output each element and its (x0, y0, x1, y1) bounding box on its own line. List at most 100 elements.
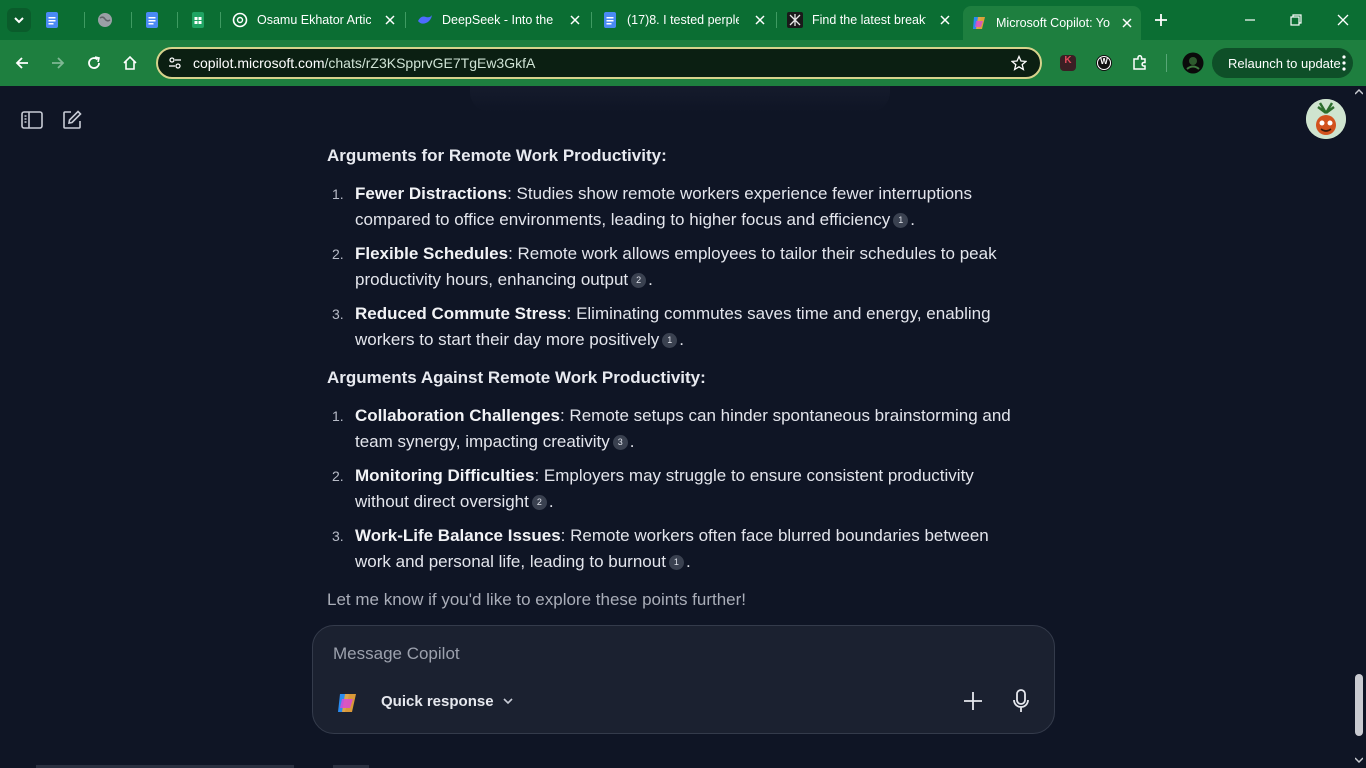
browser-menu-button[interactable] (1334, 51, 1354, 75)
tab-google-sheets[interactable] (190, 6, 222, 34)
tab-separator (776, 12, 777, 28)
list-item-text: Work-Life Balance Issues: Remote workers… (355, 523, 1027, 575)
user-avatar[interactable] (1306, 99, 1346, 139)
tab-separator (405, 12, 406, 28)
item-description-line2: workers to start their day more positive… (355, 330, 660, 349)
google-docs-icon (602, 12, 618, 28)
minimize-button[interactable] (1240, 10, 1260, 30)
perplexity-icon (787, 12, 803, 28)
tab-deepseek[interactable]: DeepSeek - Into the U (417, 6, 589, 34)
item-end: . (629, 432, 635, 451)
relaunch-to-update-button[interactable]: Relaunch to update (1212, 48, 1353, 78)
extension-k-button[interactable]: K (1057, 52, 1079, 74)
url-host: copilot.microsoft.com (193, 55, 325, 71)
compose-icon (63, 110, 82, 129)
item-description-line1: : Eliminating commutes saves time and en… (566, 304, 991, 323)
scroll-up-arrow-icon[interactable] (1355, 88, 1363, 96)
tab-google-docs-2[interactable] (144, 6, 176, 34)
minimize-icon (1245, 19, 1255, 21)
tab-separator (220, 12, 221, 28)
close-icon[interactable] (937, 12, 953, 28)
tab-microsoft-copilot[interactable]: Microsoft Copilot: Yo (963, 6, 1141, 40)
list-item-text: Flexible Schedules: Remote work allows e… (355, 241, 1027, 293)
tab-title: (17)8. I tested perplex (627, 13, 739, 27)
extension-w-letter: W (1100, 57, 1108, 66)
close-window-button[interactable] (1333, 10, 1353, 30)
deepseek-icon (417, 12, 433, 28)
arguments-for-heading: Arguments for Remote Work Productivity: (327, 146, 667, 165)
back-button[interactable] (10, 51, 34, 75)
list-number: 1. (332, 408, 344, 424)
new-chat-button[interactable] (60, 108, 84, 132)
tab-osamu-article[interactable]: Osamu Ekhator Artic (232, 6, 404, 34)
home-button[interactable] (118, 51, 142, 75)
tab-strip: Osamu Ekhator Artic DeepSeek - Into the … (0, 0, 1366, 40)
response-mode-label: Quick response (381, 692, 494, 710)
tab-separator (591, 12, 592, 28)
list-number: 3. (332, 528, 344, 544)
close-icon[interactable] (567, 12, 583, 28)
arrow-left-icon (15, 57, 28, 69)
page-scrollbar[interactable] (1352, 86, 1366, 768)
chevron-down-icon (14, 17, 24, 24)
tab-globe[interactable] (97, 6, 129, 34)
citation-badge[interactable]: 2 (631, 273, 647, 288)
item-description-line1: : Remote work allows employees to tailor… (508, 244, 997, 263)
list-item-text: Collaboration Challenges: Remote setups … (355, 403, 1027, 455)
new-tab-button[interactable] (1151, 10, 1171, 30)
scroll-down-arrow-icon[interactable] (1355, 756, 1363, 764)
extension-w-button[interactable]: W (1093, 52, 1115, 74)
list-item-text: Reduced Commute Stress: Eliminating comm… (355, 301, 1027, 353)
close-icon[interactable] (1119, 15, 1135, 31)
voice-input-button[interactable] (1009, 688, 1033, 714)
item-term: Fewer Distractions (355, 184, 508, 203)
item-description-line1: : Employers may struggle to ensure consi… (534, 466, 974, 485)
tab-search-button[interactable] (7, 8, 31, 32)
google-docs-icon (144, 12, 160, 28)
citation-badge[interactable]: 1 (893, 213, 909, 228)
citation-badge[interactable]: 2 (531, 495, 547, 510)
reload-icon (88, 56, 100, 69)
item-description-line2: productivity hours, enhancing output (355, 270, 629, 289)
citation-badge[interactable]: 1 (662, 333, 678, 348)
extensions-button[interactable] (1129, 52, 1151, 74)
message-input[interactable]: Message Copilot (333, 644, 460, 664)
reload-button[interactable] (82, 51, 106, 75)
item-term: Reduced Commute Stress (355, 304, 567, 323)
extension-k-letter: K (1064, 55, 1072, 66)
tab-google-docs-1[interactable] (44, 6, 76, 34)
forward-button[interactable] (46, 51, 70, 75)
home-icon (123, 55, 137, 70)
item-end: . (679, 330, 684, 349)
toolbar-separator (1166, 54, 1167, 72)
list-number: 3. (332, 306, 344, 322)
tab-perplexity-doc[interactable]: (17)8. I tested perplex (602, 6, 774, 34)
scrollbar-thumb[interactable] (1355, 674, 1363, 736)
restore-button[interactable] (1286, 10, 1306, 30)
plus-icon (964, 692, 982, 710)
response-mode-dropdown[interactable]: Quick response (373, 686, 522, 716)
tab-separator (84, 12, 85, 28)
item-end: . (548, 492, 554, 511)
citation-badge[interactable]: 3 (612, 435, 628, 450)
microphone-icon (1013, 689, 1029, 712)
add-attachment-button[interactable] (961, 689, 985, 713)
tab-find-latest[interactable]: Find the latest breakt (787, 6, 959, 34)
item-description-line2: compared to office environments, leading… (355, 210, 891, 229)
address-bar[interactable]: copilot.microsoft.com/chats/rZ3KSpprvGE7… (156, 47, 1042, 79)
citation-badge[interactable]: 1 (668, 555, 684, 570)
item-term: Flexible Schedules (355, 244, 509, 263)
item-description-line1: : Remote workers often face blurred boun… (560, 526, 989, 545)
bookmark-star-icon[interactable] (1010, 54, 1028, 72)
close-icon[interactable] (752, 12, 768, 28)
avatar-image-icon (1306, 99, 1346, 139)
item-description-line1: : Studies show remote workers experience… (507, 184, 972, 203)
tab-separator (131, 12, 132, 28)
site-info-icon[interactable] (167, 55, 183, 71)
tab-title: Osamu Ekhator Artic (257, 13, 371, 27)
more-vertical-icon (1342, 55, 1346, 71)
url-text: copilot.microsoft.com/chats/rZ3KSpprvGE7… (193, 55, 535, 71)
close-icon[interactable] (382, 12, 398, 28)
sidebar-toggle-button[interactable] (20, 108, 44, 132)
profile-button[interactable] (1182, 52, 1204, 74)
